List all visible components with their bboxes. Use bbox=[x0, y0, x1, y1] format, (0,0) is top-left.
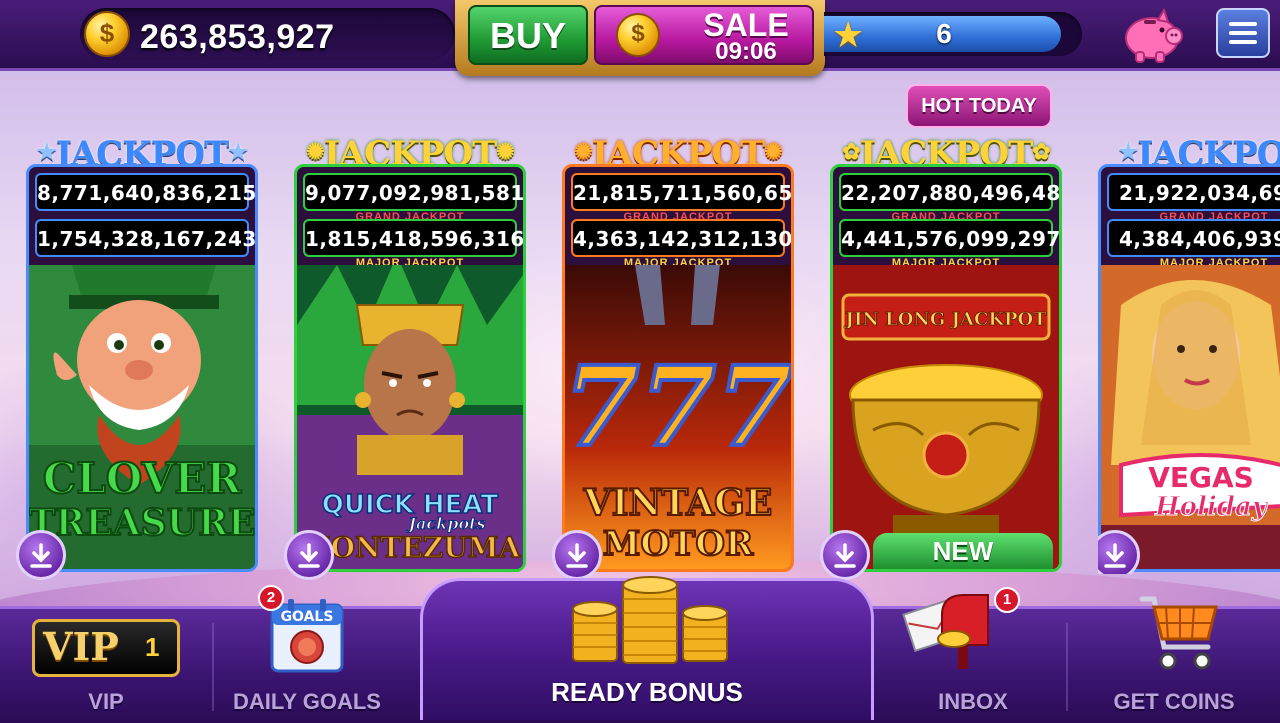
game-title-line1: CLOVER bbox=[43, 454, 242, 503]
coin-balance: 263,853,927 bbox=[140, 18, 335, 56]
coin-icon: $ bbox=[616, 13, 660, 57]
shop-frame: BUY $ SALE 09:06 bbox=[455, 0, 825, 76]
ready-bonus-button[interactable]: READY BONUS bbox=[420, 576, 874, 720]
vip-badge-text: VIP bbox=[43, 624, 119, 669]
coin-icon: $ bbox=[84, 11, 130, 57]
star-icon: ★ bbox=[36, 139, 57, 165]
download-arrow-icon bbox=[30, 543, 52, 568]
sale-button[interactable]: $ SALE 09:06 bbox=[594, 5, 814, 65]
star-icon: ★ bbox=[832, 14, 865, 55]
download-arrow-icon bbox=[1104, 543, 1126, 568]
major-jackpot-counter: 4,441,576,099,297 bbox=[839, 219, 1059, 257]
game-title-line2: TREASURE bbox=[29, 502, 255, 544]
jin-long-banner: JIN LONG JACKPOT bbox=[843, 309, 1047, 330]
coin-balance-display[interactable]: $ 263,853,927 bbox=[80, 8, 455, 60]
game-title-line2: Holiday bbox=[1154, 492, 1269, 522]
major-jackpot-counter: 4,384,406,939,4 bbox=[1107, 219, 1280, 257]
game-card-montezuma[interactable]: ✺JACKPOT✺ 9,077,092,981,581 GRAND JACKPO… bbox=[284, 134, 526, 580]
emblem-icon: ✿ bbox=[842, 139, 860, 165]
sun-emblem-icon: ✺ bbox=[574, 139, 592, 165]
card-clip: ★JACKPOT 21,922,034,697,0 GRAND JACKPOT … bbox=[1098, 134, 1280, 574]
buy-button[interactable]: BUY bbox=[468, 5, 588, 65]
download-arrow-icon bbox=[566, 543, 588, 568]
nav-get-coins[interactable]: GET COINS bbox=[1068, 596, 1280, 723]
sun-emblem-icon: ✺ bbox=[306, 139, 324, 165]
player-level: 6 bbox=[936, 18, 952, 49]
card-frame: 22,207,880,496,485 GRAND JACKPOT 4,441,5… bbox=[830, 164, 1062, 572]
piggy-bank-icon[interactable] bbox=[1118, 6, 1184, 64]
goals-notification-badge: 2 bbox=[258, 585, 284, 611]
grand-jackpot-counter: 9,077,092,981,581 bbox=[303, 173, 523, 211]
lucky-777-artwork: 777 VINTAGE MOTOR bbox=[565, 265, 791, 569]
hot-today-label: HOT TODAY bbox=[906, 84, 1052, 128]
vip-badge-icon: VIP 1 bbox=[32, 619, 180, 677]
inbox-notification-badge: 1 bbox=[994, 587, 1020, 613]
ready-bonus-label: READY BONUS bbox=[551, 677, 743, 707]
major-jackpot-counter: 4,363,142,312,130 bbox=[571, 219, 791, 257]
grand-jackpot-counter: 8,771,640,836,215 bbox=[35, 173, 255, 211]
menu-line bbox=[1229, 40, 1257, 44]
nav-daily-goals[interactable]: GOALS 2 DAILY GOALS bbox=[214, 585, 400, 723]
aztec-warrior-artwork: QUICK HEAT Jackpots MONTEZUMA bbox=[297, 265, 523, 569]
game-title-line1: VEGAS bbox=[1148, 461, 1254, 494]
game-card-clover-treasure[interactable]: ★JACKPOT★ 8,771,640,836,215 1,754,328,16… bbox=[16, 134, 258, 580]
game-title-line2: MOTOR bbox=[603, 524, 754, 564]
nav-inbox[interactable]: 1 INBOX bbox=[880, 587, 1066, 723]
download-button[interactable] bbox=[284, 530, 334, 580]
mailbox-icon bbox=[902, 594, 989, 669]
hamburger-menu-button[interactable] bbox=[1216, 8, 1270, 58]
lucky-777-symbol: 777 bbox=[565, 342, 791, 471]
download-button[interactable] bbox=[16, 530, 66, 580]
grand-jackpot-counter: 22,207,880,496,485 bbox=[839, 173, 1059, 211]
menu-line bbox=[1229, 31, 1257, 35]
nav-label: DAILY GOALS bbox=[233, 689, 381, 714]
nav-label: VIP bbox=[88, 689, 124, 714]
grand-jackpot-counter: 21,922,034,697,0 bbox=[1107, 173, 1280, 211]
download-button[interactable] bbox=[820, 530, 870, 580]
game-card-vintage-motor[interactable]: ✺JACKPOT✺ 21,815,711,560,650 GRAND JACKP… bbox=[552, 134, 794, 580]
shopping-cart-icon bbox=[1139, 596, 1218, 670]
game-card-vegas-holiday[interactable]: ★JACKPOT 21,922,034,697,0 GRAND JACKPOT … bbox=[1098, 134, 1280, 574]
download-arrow-icon bbox=[298, 543, 320, 568]
new-game-badge: NEW bbox=[873, 533, 1053, 569]
download-arrow-icon bbox=[834, 543, 856, 568]
card-frame: 21,922,034,697,0 GRAND JACKPOT 4,384,406… bbox=[1098, 164, 1280, 572]
leprechaun-artwork: CLOVER TREASURE bbox=[29, 265, 255, 569]
menu-line bbox=[1229, 22, 1257, 26]
nav-label: GET COINS bbox=[1113, 689, 1235, 714]
gold-pot-artwork: JIN LONG JACKPOT bbox=[833, 265, 1059, 569]
gold-coin-stack-icon bbox=[572, 576, 728, 664]
card-frame: 8,771,640,836,215 1,754,328,167,243 CLOV… bbox=[26, 164, 258, 572]
top-bar: $ 263,853,927 BUY $ SALE 09:06 ★ 6 bbox=[0, 0, 1280, 76]
star-icon: ★ bbox=[1118, 139, 1138, 165]
sun-emblem-icon: ✺ bbox=[496, 139, 514, 165]
nav-vip[interactable]: VIP 1 VIP bbox=[0, 609, 212, 723]
goals-calendar-icon: GOALS bbox=[270, 599, 344, 673]
card-frame: 21,815,711,560,650 GRAND JACKPOT 4,363,1… bbox=[562, 164, 794, 572]
sun-emblem-icon: ✺ bbox=[764, 139, 782, 165]
major-jackpot-counter: 1,754,328,167,243 bbox=[35, 219, 255, 257]
star-icon: ★ bbox=[228, 139, 248, 165]
emblem-icon: ✿ bbox=[1032, 139, 1050, 165]
nav-label: INBOX bbox=[938, 689, 1008, 714]
goals-icon-text: GOALS bbox=[281, 609, 334, 625]
vip-level: 1 bbox=[145, 632, 160, 662]
card-frame: 9,077,092,981,581 GRAND JACKPOT 1,815,41… bbox=[294, 164, 526, 572]
game-title-line1: VINTAGE bbox=[583, 482, 773, 524]
game-card-jin-long-jackpot[interactable]: ✿JACKPOT✿ 22,207,880,496,485 GRAND JACKP… bbox=[820, 134, 1062, 580]
grand-jackpot-counter: 21,815,711,560,650 bbox=[571, 173, 791, 211]
level-progress-bar[interactable]: ★ 6 bbox=[824, 12, 1082, 56]
major-jackpot-counter: 1,815,418,596,316 bbox=[303, 219, 523, 257]
vegas-holiday-artwork: VEGAS Holiday bbox=[1101, 265, 1280, 569]
sale-timer: 09:06 bbox=[715, 38, 777, 65]
